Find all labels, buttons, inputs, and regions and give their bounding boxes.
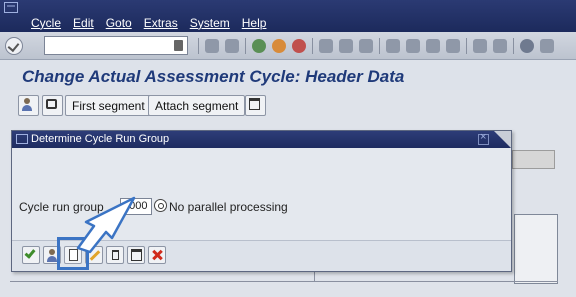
shortcut-icon[interactable] — [493, 39, 507, 53]
cycle-run-group-description: No parallel processing — [169, 200, 288, 214]
toolbar-separator — [466, 38, 467, 54]
binoculars-icon — [46, 99, 57, 109]
background-divider — [10, 281, 558, 282]
help-icon[interactable] — [520, 39, 534, 53]
pointer-arrow-icon — [76, 196, 136, 254]
menu-goto[interactable]: Goto — [106, 16, 132, 30]
window-icon — [16, 134, 28, 144]
hierarchy-button[interactable] — [245, 95, 266, 116]
application-toolbar: First segment Attach segment — [0, 90, 576, 120]
cancel-button[interactable] — [148, 246, 166, 264]
attach-segment-button[interactable]: Attach segment — [148, 95, 246, 116]
close-icon[interactable] — [478, 131, 489, 145]
back-navigation-icon[interactable] — [252, 39, 266, 53]
person-icon — [24, 98, 30, 104]
toolbar-separator — [198, 38, 199, 54]
first-segment-button[interactable]: First segment — [65, 95, 152, 116]
enter-button[interactable] — [5, 37, 23, 55]
previous-page-icon[interactable] — [406, 39, 420, 53]
dialog-title: Determine Cycle Run Group — [31, 133, 170, 145]
menu-edit[interactable]: Edit — [73, 16, 94, 30]
command-history-icon[interactable] — [174, 40, 183, 51]
find-next-icon[interactable] — [359, 39, 373, 53]
menu-cycle[interactable]: Cycle — [31, 16, 61, 30]
toolbar-separator — [379, 38, 380, 54]
find-icon[interactable] — [339, 39, 353, 53]
first-page-icon[interactable] — [386, 39, 400, 53]
back-icon[interactable] — [205, 39, 219, 53]
menu-system[interactable]: System — [190, 16, 230, 30]
other-cycle-button[interactable] — [18, 95, 39, 116]
save-icon[interactable] — [225, 39, 239, 53]
cancel-icon[interactable] — [292, 39, 306, 53]
next-page-icon[interactable] — [426, 39, 440, 53]
menu-help[interactable]: Help — [242, 16, 267, 30]
last-page-icon[interactable] — [446, 39, 460, 53]
background-field — [512, 150, 555, 169]
title-corner — [494, 131, 511, 148]
background-group-box — [514, 214, 558, 284]
sap-menu-icon[interactable] — [4, 2, 18, 13]
hierarchy-icon — [249, 98, 260, 110]
title-bar: Change Actual Assessment Cycle: Header D… — [0, 60, 576, 90]
standard-toolbar — [0, 32, 576, 60]
command-field[interactable] — [44, 36, 188, 55]
new-session-icon[interactable] — [473, 39, 487, 53]
value-help-icon[interactable] — [154, 199, 167, 212]
toolbar-separator — [513, 38, 514, 54]
person-icon — [49, 249, 55, 255]
menu-bar: Cycle Edit Goto Extras System Help — [0, 0, 576, 32]
toolbar-separator — [312, 38, 313, 54]
menu-extras[interactable]: Extras — [144, 16, 178, 30]
search-button[interactable] — [42, 95, 63, 116]
page-title: Change Actual Assessment Cycle: Header D… — [22, 67, 405, 86]
customize-layout-icon[interactable] — [540, 39, 554, 53]
exit-icon[interactable] — [272, 39, 286, 53]
toolbar-separator — [245, 38, 246, 54]
checkmark-icon — [24, 247, 36, 259]
print-icon[interactable] — [319, 39, 333, 53]
sap-window: Cycle Edit Goto Extras System Help Chang… — [0, 0, 576, 297]
continue-button[interactable] — [22, 246, 40, 264]
dialog-title-bar: Determine Cycle Run Group — [12, 131, 511, 148]
